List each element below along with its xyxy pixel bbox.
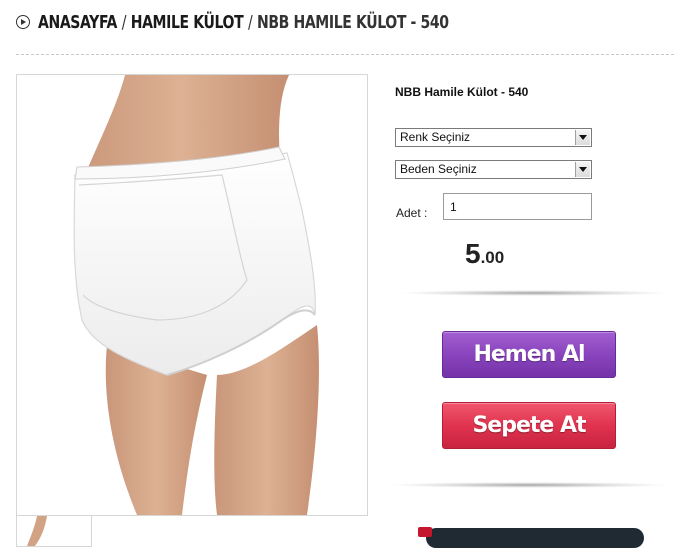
breadcrumb-home-link[interactable]: ANASAYFA [38,12,117,33]
price: 5 .00 [465,238,504,270]
breadcrumb-separator: / [247,11,253,33]
chevron-down-icon [575,162,590,177]
chevron-down-icon [575,130,590,145]
play-circle-icon [16,15,30,29]
breadcrumb-divider [16,54,674,55]
product-image[interactable] [16,74,368,516]
breadcrumb: ANASAYFA / HAMILE KÜLOT / NBB HAMILE KÜL… [16,8,564,36]
color-select-value: Renk Seçiniz [400,130,471,144]
product-thumbnail[interactable] [16,515,92,547]
quantity-label: Adet : [396,206,428,220]
product-title: NBB Hamile Külot - 540 [395,85,529,99]
color-select[interactable]: Renk Seçiniz [395,128,592,147]
breadcrumb-category-link[interactable]: HAMILE KÜLOT [131,12,244,33]
size-select-value: Beden Seçiniz [400,162,477,176]
add-to-cart-button[interactable]: Sepete At [442,402,616,449]
divider-shadow [398,290,670,296]
price-decimal: .00 [480,248,505,267]
buy-now-button[interactable]: Hemen Al [442,331,616,378]
divider-shadow [388,482,670,488]
size-select[interactable]: Beden Seçiniz [395,160,592,179]
breadcrumb-current: NBB HAMILE KÜLOT - 540 [256,11,449,33]
price-integer: 5 [465,238,481,269]
widget-bar [426,528,644,548]
quantity-input[interactable] [443,193,592,220]
bottom-widget [418,524,644,548]
widget-tab-icon [418,527,432,537]
breadcrumb-separator: / [121,11,127,33]
